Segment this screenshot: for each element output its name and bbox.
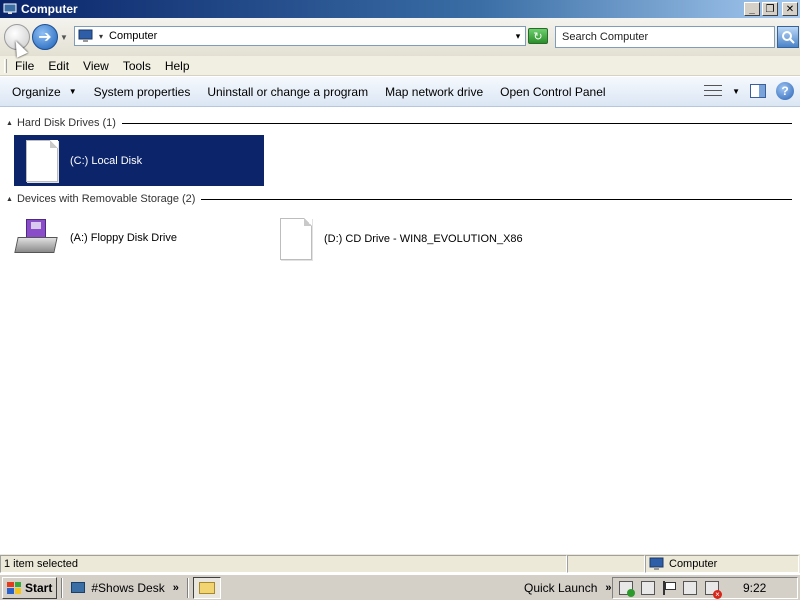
collapse-icon[interactable]: ▲ [6,196,13,203]
folder-icon [198,581,215,594]
drive-c-tile[interactable]: (C:) Local Disk [14,135,264,186]
quick-launch-toolbar[interactable]: Quick Launch » [524,578,612,598]
drive-c-label: (C:) Local Disk [70,154,143,167]
minimize-button[interactable]: _ [744,2,760,16]
menu-tools[interactable]: Tools [123,59,151,73]
taskbar-separator [186,577,189,598]
group-header-label: Hard Disk Drives (1) [16,117,116,129]
start-button[interactable]: Start [2,576,58,599]
show-desktop-button[interactable]: #Shows Desk » [67,577,183,599]
window-title: Computer [21,2,78,16]
command-bar-right: ▼ ? [704,82,794,100]
map-network-drive-button[interactable]: Map network drive [385,85,483,99]
floppy-drive-icon [14,219,60,257]
organize-button[interactable]: Organize ▼ [12,85,77,99]
drive-d-tile[interactable]: (D:) CD Drive - WIN8_EVOLUTION_X86 [280,216,580,262]
drive-a-label: (A:) Floppy Disk Drive [70,232,177,244]
taskbar-separator [61,577,64,598]
refresh-icon: ↻ [533,30,543,43]
status-empty-pane [567,554,645,573]
volume-icon[interactable] [683,581,697,595]
help-button[interactable]: ? [776,82,794,100]
computer-icon [649,557,664,570]
uninstall-program-button[interactable]: Uninstall or change a program [207,85,368,99]
search-icon [782,31,795,44]
toolbar-overflow-chevron[interactable]: » [173,582,179,594]
start-label: Start [25,580,53,595]
document-tray-icon[interactable] [641,581,655,595]
address-bar[interactable]: ▾ Computer ▾ [74,26,526,46]
desktop-icon [71,582,86,593]
breadcrumb-separator[interactable]: ▾ [99,32,103,41]
preview-pane-button[interactable] [750,84,766,98]
forward-arrow-icon: ➔ [38,29,52,46]
menu-grip [4,58,7,73]
address-dropdown[interactable]: ▾ [511,31,525,42]
security-shield-icon[interactable] [619,581,635,597]
system-tray: 9:22 [612,577,798,599]
drive-a-tile[interactable]: (A:) Floppy Disk Drive [14,215,266,261]
menu-file[interactable]: File [15,59,34,73]
clock[interactable]: 9:22 [743,581,766,595]
network-error-icon[interactable] [705,581,722,599]
search-button[interactable] [777,26,799,48]
explorer-task-button[interactable] [192,576,221,599]
refresh-button[interactable]: ↻ [528,28,548,44]
group-divider [201,198,792,200]
show-desktop-label: #Shows Desk [91,580,165,595]
views-dropdown[interactable]: ▼ [732,87,740,96]
open-control-panel-button[interactable]: Open Control Panel [500,85,605,99]
views-button[interactable] [704,83,723,99]
group-header-removable[interactable]: ▲ Devices with Removable Storage (2) [6,193,792,205]
menu-edit[interactable]: Edit [48,59,69,73]
quick-launch-label: Quick Launch [524,581,598,595]
collapse-icon[interactable]: ▲ [6,120,13,127]
window-titlebar[interactable]: Computer _ ❐ ✕ [0,0,800,18]
chevron-down-icon: ▼ [68,87,77,96]
menu-view[interactable]: View [83,59,109,73]
maximize-button[interactable]: ❐ [762,2,778,16]
computer-icon [78,29,94,43]
forward-button[interactable]: ➔ [32,24,58,50]
recent-pages-dropdown[interactable]: ▼ [60,33,70,42]
taskbar: Start #Shows Desk » Quick Launch » 9:22 [0,574,800,600]
windows-logo-icon [7,581,21,594]
address-text[interactable]: Computer [109,30,511,42]
file-list-pane[interactable]: ▲ Hard Disk Drives (1) (C:) Local Disk ▲… [0,108,800,552]
drive-doc-icon [26,139,58,182]
status-location: Computer [645,554,799,573]
quick-launch-chevron[interactable]: » [605,582,611,594]
drive-d-label: (D:) CD Drive - WIN8_EVOLUTION_X86 [324,233,523,245]
group-header-hard-disks[interactable]: ▲ Hard Disk Drives (1) [6,117,792,129]
status-selection: 1 item selected [0,554,567,573]
search-input[interactable]: Search Computer [555,26,775,48]
close-button[interactable]: ✕ [782,2,798,16]
cd-drive-doc-icon [280,218,312,260]
status-bar: 1 item selected Computer [0,553,800,573]
menu-bar: File Edit View Tools Help [0,56,800,76]
navigation-bar: ➔ ▼ ▾ Computer ▾ ↻ Search Computer [0,18,800,56]
action-center-flag-icon[interactable] [663,581,676,595]
command-bar: Organize ▼ System properties Uninstall o… [0,77,800,107]
status-location-label: Computer [669,557,718,570]
group-header-label: Devices with Removable Storage (2) [16,193,196,205]
group-divider [121,122,792,124]
system-properties-button[interactable]: System properties [94,85,191,99]
menu-help[interactable]: Help [165,59,190,73]
organize-label: Organize [12,84,61,99]
computer-icon [3,3,17,15]
